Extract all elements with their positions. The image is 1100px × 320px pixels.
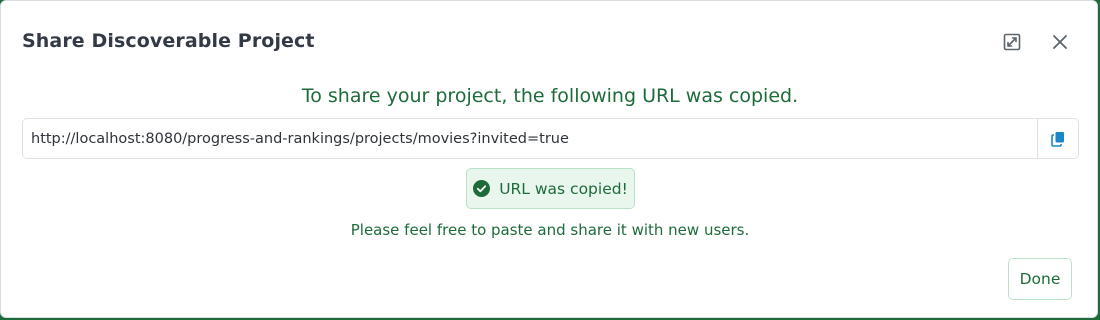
share-url-input[interactable]: [23, 119, 1037, 158]
copied-badge-text: URL was copied!: [499, 179, 628, 198]
done-button[interactable]: Done: [1008, 258, 1072, 300]
copy-icon: [1051, 131, 1064, 147]
check-circle-icon: [473, 180, 491, 197]
share-project-dialog: Share Discoverable Project To share your…: [0, 0, 1098, 318]
close-icon: [1053, 35, 1067, 49]
url-field-group: [22, 118, 1079, 159]
expand-button[interactable]: [999, 29, 1025, 55]
copied-message: To share your project, the following URL…: [301, 85, 799, 107]
external-link-icon: [1003, 33, 1021, 51]
dialog-title: Share Discoverable Project: [22, 30, 315, 52]
copy-url-button[interactable]: [1037, 119, 1078, 158]
close-button[interactable]: [1047, 29, 1073, 55]
url-copied-badge: URL was copied!: [466, 168, 635, 209]
share-hint-text: Please feel free to paste and share it w…: [350, 221, 750, 239]
